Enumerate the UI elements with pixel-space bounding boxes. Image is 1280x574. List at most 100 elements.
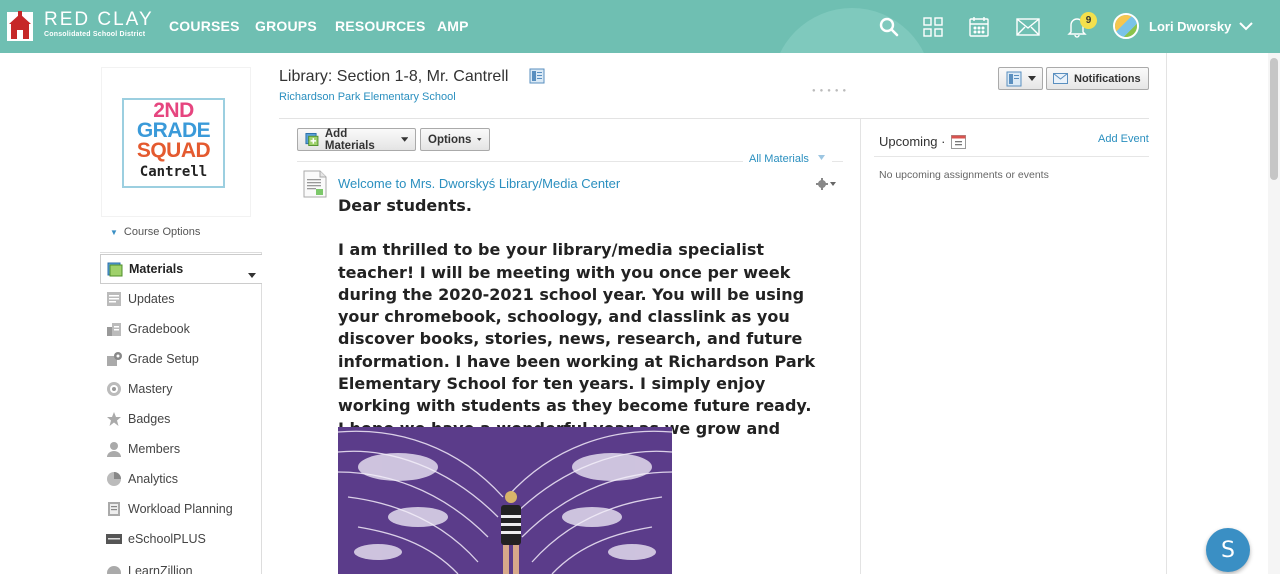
sidebar-item-updates[interactable]: Updates bbox=[100, 284, 261, 314]
notification-count-badge: 9 bbox=[1080, 12, 1097, 29]
course-logo: 2ND GRADE SQUAD Cantrell bbox=[122, 98, 225, 188]
school-link[interactable]: Richardson Park Elementary School bbox=[279, 91, 456, 103]
post-image bbox=[338, 427, 672, 574]
course-logo-line3: SQUAD bbox=[136, 139, 211, 162]
nav-resources[interactable]: RESOURCES bbox=[335, 18, 425, 34]
sidebar-item-label: Grade Setup bbox=[128, 352, 199, 366]
course-materials-icon bbox=[529, 68, 545, 89]
caret-down-icon bbox=[1027, 76, 1036, 81]
scrollbar-thumb[interactable] bbox=[1270, 58, 1278, 180]
post-body: Dear students. I am thrilled to be your … bbox=[338, 195, 818, 462]
add-materials-icon bbox=[305, 133, 319, 146]
help-button[interactable]: S bbox=[1206, 528, 1250, 572]
learnzillion-icon bbox=[105, 564, 122, 574]
sidebar-item-mastery[interactable]: Mastery bbox=[100, 374, 261, 404]
filter-divider-end bbox=[832, 161, 843, 162]
materials-filter-dropdown[interactable]: All Materials bbox=[749, 153, 825, 165]
mail-icon[interactable] bbox=[1015, 14, 1041, 40]
caret-down-icon[interactable] bbox=[248, 267, 256, 281]
district-logo[interactable]: RED CLAY Consolidated School District bbox=[6, 10, 154, 42]
envelope-icon bbox=[1053, 73, 1068, 84]
filter-divider bbox=[297, 161, 743, 162]
nav-groups[interactable]: GROUPS bbox=[255, 18, 317, 34]
add-materials-label: Add Materials bbox=[324, 127, 375, 152]
sidebar-item-label: Gradebook bbox=[128, 322, 190, 336]
apps-grid-icon[interactable] bbox=[920, 14, 946, 40]
sidebar-divider bbox=[100, 252, 261, 253]
course-options-toggle[interactable]: ▼ Course Options bbox=[110, 226, 200, 238]
notifications-label: Notifications bbox=[1074, 72, 1141, 85]
caret-down-icon bbox=[477, 138, 482, 141]
sidebar-item-materials[interactable]: Materials bbox=[100, 254, 262, 284]
post-greeting: Dear students. bbox=[338, 196, 472, 215]
updates-icon bbox=[105, 291, 122, 308]
caret-down-icon bbox=[400, 137, 408, 142]
avatar[interactable] bbox=[1113, 13, 1139, 39]
page-title: Library: Section 1-8, Mr. Cantrell bbox=[279, 68, 509, 85]
list-view-icon bbox=[1006, 71, 1021, 86]
course-logo-line1: 2ND bbox=[153, 99, 194, 122]
calendar-icon[interactable] bbox=[966, 14, 992, 40]
view-toggle-button[interactable] bbox=[998, 67, 1043, 90]
sidebar-item-workload-planning[interactable]: Workload Planning bbox=[100, 494, 261, 524]
schoolhouse-icon bbox=[6, 10, 34, 42]
chevron-down-icon[interactable] bbox=[1238, 19, 1254, 37]
sidebar-item-members[interactable]: Members bbox=[100, 434, 261, 464]
no-events-message: No upcoming assignments or events bbox=[879, 169, 1049, 181]
sidebar-item-label: Mastery bbox=[128, 382, 173, 396]
sidebar-item-label: Materials bbox=[129, 262, 184, 276]
sidebar-item-badges[interactable]: Badges bbox=[100, 404, 261, 434]
column-divider bbox=[860, 119, 861, 574]
grade-setup-icon bbox=[105, 351, 122, 368]
district-name: RED CLAY bbox=[44, 9, 154, 30]
upcoming-heading: Upcoming · bbox=[879, 134, 946, 149]
user-name[interactable]: Lori Dworsky bbox=[1149, 19, 1231, 34]
course-profile-image: 2ND GRADE SQUAD Cantrell bbox=[101, 67, 251, 217]
options-button[interactable]: Options bbox=[420, 128, 490, 151]
sidebar-item-learnzillion[interactable]: LearnZillion bbox=[100, 554, 261, 574]
sidebar-item-label: LearnZillion bbox=[128, 564, 193, 574]
sidebar-item-label: Badges bbox=[128, 412, 171, 426]
sidebar-item-label: eSchoolPLUS bbox=[128, 532, 206, 546]
eschool-icon bbox=[105, 531, 122, 548]
options-label: Options bbox=[428, 133, 472, 146]
workload-icon bbox=[105, 501, 122, 518]
nav-courses[interactable]: COURSES bbox=[169, 18, 240, 34]
notifications-button[interactable]: Notifications bbox=[1046, 67, 1149, 90]
sidebar-item-label: Workload Planning bbox=[128, 502, 233, 516]
content-border bbox=[1166, 53, 1167, 574]
sidebar-item-label: Updates bbox=[128, 292, 175, 306]
nav-amp[interactable]: AMP bbox=[437, 18, 469, 34]
sidebar-item-label: Analytics bbox=[128, 472, 179, 486]
district-subtitle: Consolidated School District bbox=[44, 31, 146, 38]
caret-down-icon bbox=[817, 155, 825, 160]
materials-icon bbox=[106, 261, 123, 278]
course-logo-name: Cantrell bbox=[139, 164, 208, 180]
sidebar-item-grade-setup[interactable]: Grade Setup bbox=[100, 344, 261, 374]
mastery-icon bbox=[105, 381, 122, 398]
sidebar-item-eschoolplus[interactable]: eSchoolPLUS bbox=[100, 524, 261, 554]
gradebook-icon bbox=[105, 321, 122, 338]
sidebar-item-analytics[interactable]: Analytics bbox=[100, 464, 261, 494]
calendar-icon bbox=[951, 134, 966, 154]
course-logo-line2: GRADE bbox=[136, 119, 211, 142]
header-divider bbox=[279, 118, 1149, 119]
top-navigation-bar: RED CLAY Consolidated School District CO… bbox=[0, 0, 1280, 53]
sidebar-item-gradebook[interactable]: Gradebook bbox=[100, 314, 261, 344]
caret-down-icon: ▼ bbox=[110, 228, 118, 237]
sidebar-item-label: Members bbox=[128, 442, 181, 456]
post-title-link[interactable]: Welcome to Mrs. Dworskyś Library/Media C… bbox=[338, 176, 620, 191]
materials-filter-label: All Materials bbox=[749, 153, 809, 165]
members-icon bbox=[105, 441, 122, 458]
add-materials-button[interactable]: Add Materials bbox=[297, 127, 416, 152]
course-options-label: Course Options bbox=[123, 226, 201, 238]
gear-icon[interactable] bbox=[816, 177, 836, 195]
sidebar-border bbox=[261, 252, 262, 574]
header-decoration bbox=[772, 8, 932, 53]
add-event-link[interactable]: Add Event bbox=[1098, 133, 1149, 145]
badge-icon bbox=[105, 411, 122, 428]
page-document-icon bbox=[303, 170, 327, 203]
search-icon[interactable] bbox=[876, 14, 902, 40]
analytics-icon bbox=[105, 471, 122, 488]
loading-dots: ●●●●● bbox=[812, 88, 851, 94]
